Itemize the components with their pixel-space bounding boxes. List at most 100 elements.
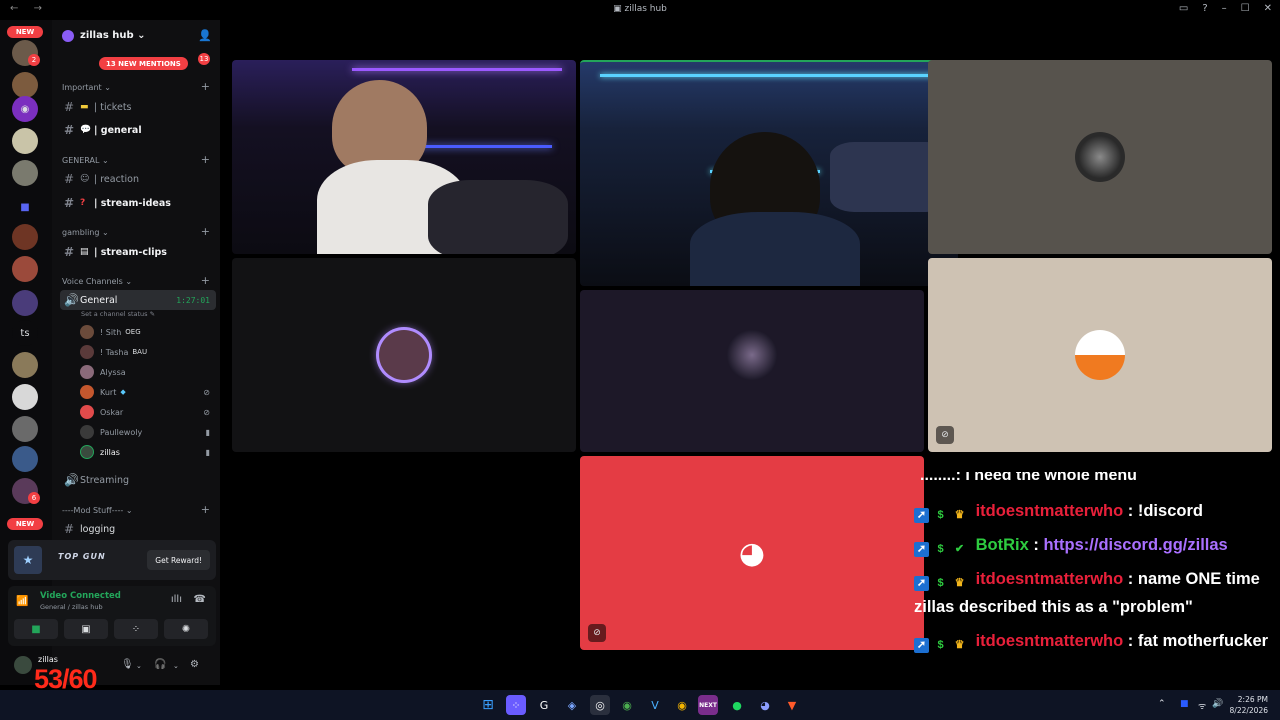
avatar[interactable] xyxy=(14,656,32,674)
spotify-icon[interactable]: ● xyxy=(727,695,747,715)
video-tile-user-4[interactable] xyxy=(232,258,576,452)
microphone-icon[interactable]: 🎙 xyxy=(121,659,134,670)
voice-user[interactable]: ! Sith OEG xyxy=(80,323,216,341)
ticket-icon: ▬ xyxy=(80,102,89,112)
channel-logging[interactable]: # logging xyxy=(60,519,216,539)
channel-general[interactable]: # 💬 | general xyxy=(60,120,216,140)
wifi-icon[interactable]: ᯤ xyxy=(1198,699,1206,712)
add-channel-icon[interactable]: + xyxy=(201,225,210,238)
username[interactable]: zillas xyxy=(38,655,58,664)
obs-icon[interactable]: ◎ xyxy=(590,695,610,715)
vscode-icon[interactable]: V xyxy=(645,695,665,715)
maximize-button[interactable]: ☐ xyxy=(1241,3,1250,14)
screen-share-button[interactable]: ▣ xyxy=(64,619,108,639)
next-app-icon[interactable]: NEXT xyxy=(698,695,718,715)
server-icon-3[interactable]: ◉ xyxy=(12,96,38,122)
video-tile-user-7[interactable]: ◕ ⊘ xyxy=(580,456,924,650)
voice-user[interactable]: Paullewoly ▮ xyxy=(80,423,216,441)
video-tile-user-3[interactable] xyxy=(928,60,1272,254)
chat-text: : !discord xyxy=(1127,502,1203,520)
folder-icon[interactable]: ■ xyxy=(12,194,38,220)
channel-reaction[interactable]: # ☺ | reaction xyxy=(60,169,216,189)
soundboard-button[interactable]: ✺ xyxy=(164,619,208,639)
chevron-up-icon[interactable]: ⌃ xyxy=(1158,699,1166,709)
volume-icon[interactable]: 🔊 xyxy=(1212,699,1223,709)
disconnect-icon[interactable]: ☎ xyxy=(194,594,206,605)
headphones-icon[interactable]: 🎧 xyxy=(154,659,166,670)
signal-icon[interactable]: 📶 xyxy=(16,596,28,607)
noise-suppression-icon[interactable]: ıllı xyxy=(171,594,182,605)
voice-user[interactable]: Kurt ◆ ⊘ xyxy=(80,383,216,401)
start-icon[interactable]: ⊞ xyxy=(478,695,498,715)
avatar xyxy=(1075,132,1125,182)
video-tile-camera-1[interactable] xyxy=(232,60,576,254)
voice-user[interactable]: Oskar ⊘ xyxy=(80,403,216,421)
minimize-button[interactable]: – xyxy=(1222,3,1227,14)
category-voice[interactable]: Voice Channels ⌄ xyxy=(62,277,132,286)
category-mod[interactable]: ----Mod Stuff---- ⌄ xyxy=(62,506,133,515)
chrome-icon[interactable]: ◉ xyxy=(672,695,692,715)
close-button[interactable]: ✕ xyxy=(1264,3,1272,14)
channel-status[interactable]: Set a channel status ✎ xyxy=(81,310,155,318)
help-icon[interactable]: ? xyxy=(1202,3,1207,14)
apps-icon[interactable]: ⁘ xyxy=(506,695,526,715)
add-channel-icon[interactable]: + xyxy=(201,153,210,166)
video-tile-user-5[interactable] xyxy=(580,290,924,452)
chat-link[interactable]: https://discord.gg/zillas xyxy=(1043,536,1227,554)
video-tile-camera-2[interactable] xyxy=(580,60,958,286)
camera-button[interactable]: ■ xyxy=(14,619,58,639)
get-reward-button[interactable]: Get Reward! xyxy=(147,550,210,570)
channel-label: | stream-ideas xyxy=(94,197,171,209)
category-important[interactable]: Important ⌄ xyxy=(62,83,111,92)
guild-header[interactable]: zillas hub ⌄ 👤 xyxy=(52,26,220,46)
chevron-down-icon[interactable]: ⌄ xyxy=(173,662,179,670)
activities-button[interactable]: ⁘ xyxy=(114,619,158,639)
chrome-icon[interactable]: ◉ xyxy=(617,695,637,715)
vpn-icon[interactable]: ◈ xyxy=(562,695,582,715)
brave-icon[interactable]: ▼ xyxy=(782,695,802,715)
tray-app-icon[interactable]: ■ xyxy=(1180,699,1189,709)
voice-channel-general[interactable]: 🔊 General 1:27:01 xyxy=(60,290,216,310)
channel-stream-clips[interactable]: # ▤ | stream-clips xyxy=(60,242,216,262)
channel-label: | general xyxy=(94,124,142,136)
server-icon-4[interactable] xyxy=(12,128,38,154)
add-channel-icon[interactable]: + xyxy=(201,80,210,93)
add-channel-icon[interactable]: + xyxy=(201,503,210,516)
server-icon-2[interactable] xyxy=(12,72,38,98)
add-member-icon[interactable]: 👤 xyxy=(198,29,212,42)
category-gambling[interactable]: gambling ⌄ xyxy=(62,228,109,237)
voice-status-subtitle[interactable]: General / zillas hub xyxy=(40,603,103,611)
system-clock[interactable]: 2:26 PM 8/22/2026 xyxy=(1230,694,1268,716)
server-icon-9[interactable] xyxy=(12,352,38,378)
category-general[interactable]: GENERAL ⌄ xyxy=(62,156,109,165)
server-icon-12[interactable] xyxy=(12,446,38,472)
channel-tickets[interactable]: # ▬ | tickets xyxy=(60,97,216,117)
server-icon-11[interactable] xyxy=(12,416,38,442)
server-icon-7[interactable] xyxy=(12,256,38,282)
server-icon-ts[interactable]: ts xyxy=(12,320,38,346)
chevron-down-icon[interactable]: ⌄ xyxy=(136,662,142,670)
server-badge: 2 xyxy=(28,54,40,66)
new-mentions-pill[interactable]: 13 NEW MENTIONS xyxy=(99,57,188,70)
chevron-down-icon: ⌄ xyxy=(137,30,146,41)
new-pill-bottom[interactable]: NEW xyxy=(7,518,43,530)
voice-user[interactable]: ! Tasha BAU xyxy=(80,343,216,361)
led-strip xyxy=(352,68,562,71)
copilot-icon[interactable]: G xyxy=(534,695,554,715)
video-tile-user-6[interactable]: ⊘ xyxy=(928,258,1272,452)
led-strip xyxy=(600,74,940,77)
server-icon-6[interactable] xyxy=(12,224,38,250)
voice-user[interactable]: zillas ▮ xyxy=(80,443,216,461)
discord-icon[interactable]: ◕ xyxy=(755,695,775,715)
server-icon-8[interactable] xyxy=(12,290,38,316)
add-channel-icon[interactable]: + xyxy=(201,274,210,287)
server-icon-10[interactable] xyxy=(12,384,38,410)
voice-connected-panel: 📶 Video Connected General / zillas hub ı… xyxy=(8,586,216,646)
voice-channel-streaming[interactable]: 🔊 Streaming xyxy=(60,470,216,490)
channel-stream-ideas[interactable]: #? | stream-ideas xyxy=(60,193,216,213)
voice-user[interactable]: Alyssa xyxy=(80,363,216,381)
inbox-icon[interactable]: ▭ xyxy=(1179,3,1188,14)
new-pill-top[interactable]: NEW xyxy=(7,26,43,38)
gear-icon[interactable]: ⚙ xyxy=(190,659,199,670)
server-icon-5[interactable] xyxy=(12,160,38,186)
